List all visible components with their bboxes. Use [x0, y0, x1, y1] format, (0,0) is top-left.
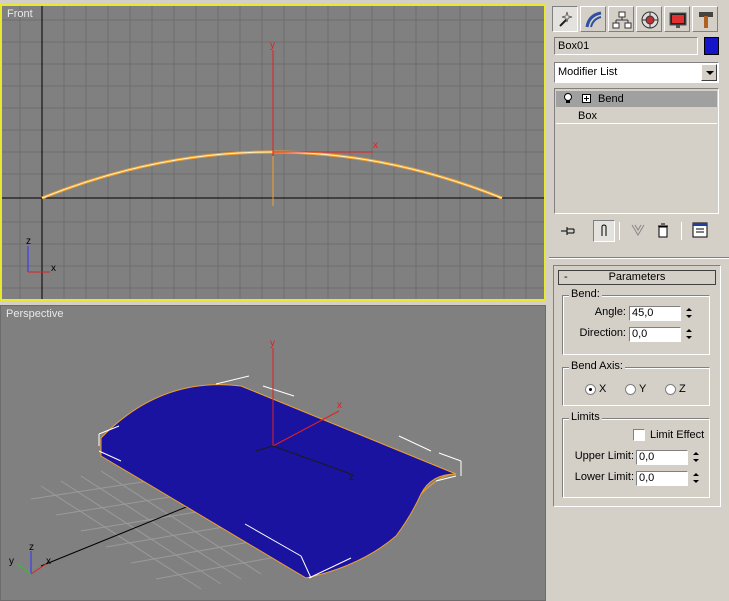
hierarchy-tab[interactable] [608, 6, 634, 32]
utilities-icon [699, 12, 713, 28]
front-viewport-canvas: y x z x [2, 6, 544, 299]
gizmo-y-label: y [270, 338, 275, 349]
bend-axis-y-label: Y [639, 383, 647, 395]
show-end-result-icon [601, 224, 607, 236]
stack-item-label: Bend [598, 93, 624, 105]
motion-icon [641, 11, 659, 29]
modifier-stack: Bend Box [554, 88, 719, 214]
bend-axis-group-label: Bend Axis: [569, 360, 625, 372]
bend-group: Bend: Angle: 45,0 Direction: 0,0 [562, 288, 710, 355]
limit-effect-checkbox[interactable] [633, 429, 645, 441]
bend-axis-z-radio[interactable] [665, 384, 676, 395]
gizmo-x-label: x [337, 400, 342, 411]
direction-field[interactable]: 0,0 [629, 327, 681, 342]
bend-group-label: Bend: [569, 288, 602, 300]
lower-limit-spinner[interactable] [691, 471, 702, 486]
pin-icon [561, 227, 575, 235]
show-end-result-button[interactable] [593, 220, 615, 242]
make-unique-button[interactable] [628, 220, 650, 242]
modifier-list-dropdown[interactable]: Modifier List [554, 62, 719, 83]
panel-divider [549, 257, 729, 259]
bent-box-mesh[interactable] [100, 384, 457, 579]
direction-spinner[interactable] [684, 327, 695, 342]
limits-group-label: Limits [569, 411, 602, 423]
bend-axis-y-radio[interactable] [625, 384, 636, 395]
lower-limit-field[interactable]: 0,0 [636, 471, 688, 486]
axis-tripod-z: z [29, 542, 34, 553]
gizmo-y-label: y [270, 40, 275, 51]
rollout-title: Parameters [608, 271, 666, 283]
object-color-swatch[interactable] [704, 37, 719, 55]
perspective-viewport[interactable]: y x z z x y Perspective [0, 305, 546, 601]
trash-icon [658, 223, 668, 238]
angle-spinner[interactable] [684, 306, 695, 321]
make-unique-icon [631, 224, 645, 236]
axis-tripod-y: y [9, 556, 14, 567]
gizmo-z-label: z [349, 472, 354, 483]
object-name-field[interactable]: Box01 [554, 37, 698, 55]
pin-stack-button[interactable] [558, 220, 580, 242]
command-panel-tabs [549, 4, 729, 34]
configure-modifier-sets-button[interactable] [690, 220, 712, 242]
stack-item-box[interactable]: Box [556, 108, 717, 124]
modifier-list-label: Modifier List [558, 66, 618, 78]
direction-label: Direction: [579, 327, 626, 339]
front-viewport-label[interactable]: Front [7, 8, 33, 20]
bend-axis-group: Bend Axis: X Y Z [562, 360, 710, 406]
modify-icon [585, 11, 602, 28]
limit-effect-label: Limit Effect [650, 429, 705, 441]
stack-item-bend[interactable]: Bend [556, 91, 717, 107]
axis-tripod-x: x [51, 263, 56, 274]
chevron-down-icon[interactable] [701, 64, 717, 81]
perspective-viewport-canvas: y x z z x y [9, 338, 462, 590]
modify-tab[interactable] [580, 6, 606, 32]
bend-axis-x-radio[interactable] [585, 384, 596, 395]
command-panel: Box01 Modifier List Bend Box - Parameter… [549, 0, 729, 601]
remove-modifier-button[interactable] [653, 220, 675, 242]
lower-limit-label: Lower Limit: [574, 471, 634, 483]
upper-limit-spinner[interactable] [691, 450, 702, 465]
expand-icon[interactable] [582, 94, 591, 103]
parameters-rollout: - Parameters Bend: Angle: 45,0 Direction… [553, 265, 721, 507]
perspective-viewport-label[interactable]: Perspective [6, 308, 63, 320]
3dsmax-window: y x z x Front y x z z x y Perspective Bo… [0, 0, 729, 601]
display-tab[interactable] [664, 6, 690, 32]
upper-limit-label: Upper Limit: [574, 450, 634, 462]
toolbar-separator [619, 222, 620, 240]
configure-icon [692, 222, 708, 238]
motion-tab[interactable] [636, 6, 662, 32]
collapse-icon: - [564, 271, 568, 283]
hierarchy-icon [612, 11, 632, 29]
front-viewport[interactable]: y x z x Front [0, 4, 546, 301]
bend-axis-z-label: Z [679, 383, 686, 395]
upper-limit-field[interactable]: 0,0 [636, 450, 688, 465]
angle-label: Angle: [594, 306, 626, 318]
parameters-rollout-header[interactable]: - Parameters [558, 270, 716, 285]
stack-item-label: Box [578, 110, 597, 122]
display-icon [669, 12, 687, 28]
toolbar-separator [681, 222, 682, 240]
create-icon [559, 11, 573, 27]
utilities-tab[interactable] [692, 6, 718, 32]
axis-tripod-x: x [46, 556, 51, 567]
bend-axis-x-label: X [599, 383, 607, 395]
create-tab[interactable] [552, 6, 578, 32]
angle-field[interactable]: 45,0 [629, 306, 681, 321]
limits-group: Limits Limit Effect Upper Limit: 0,0 Low… [562, 411, 710, 498]
lightbulb-icon[interactable] [563, 93, 573, 104]
gizmo-x-label: x [373, 140, 378, 151]
axis-tripod-z: z [26, 236, 31, 247]
